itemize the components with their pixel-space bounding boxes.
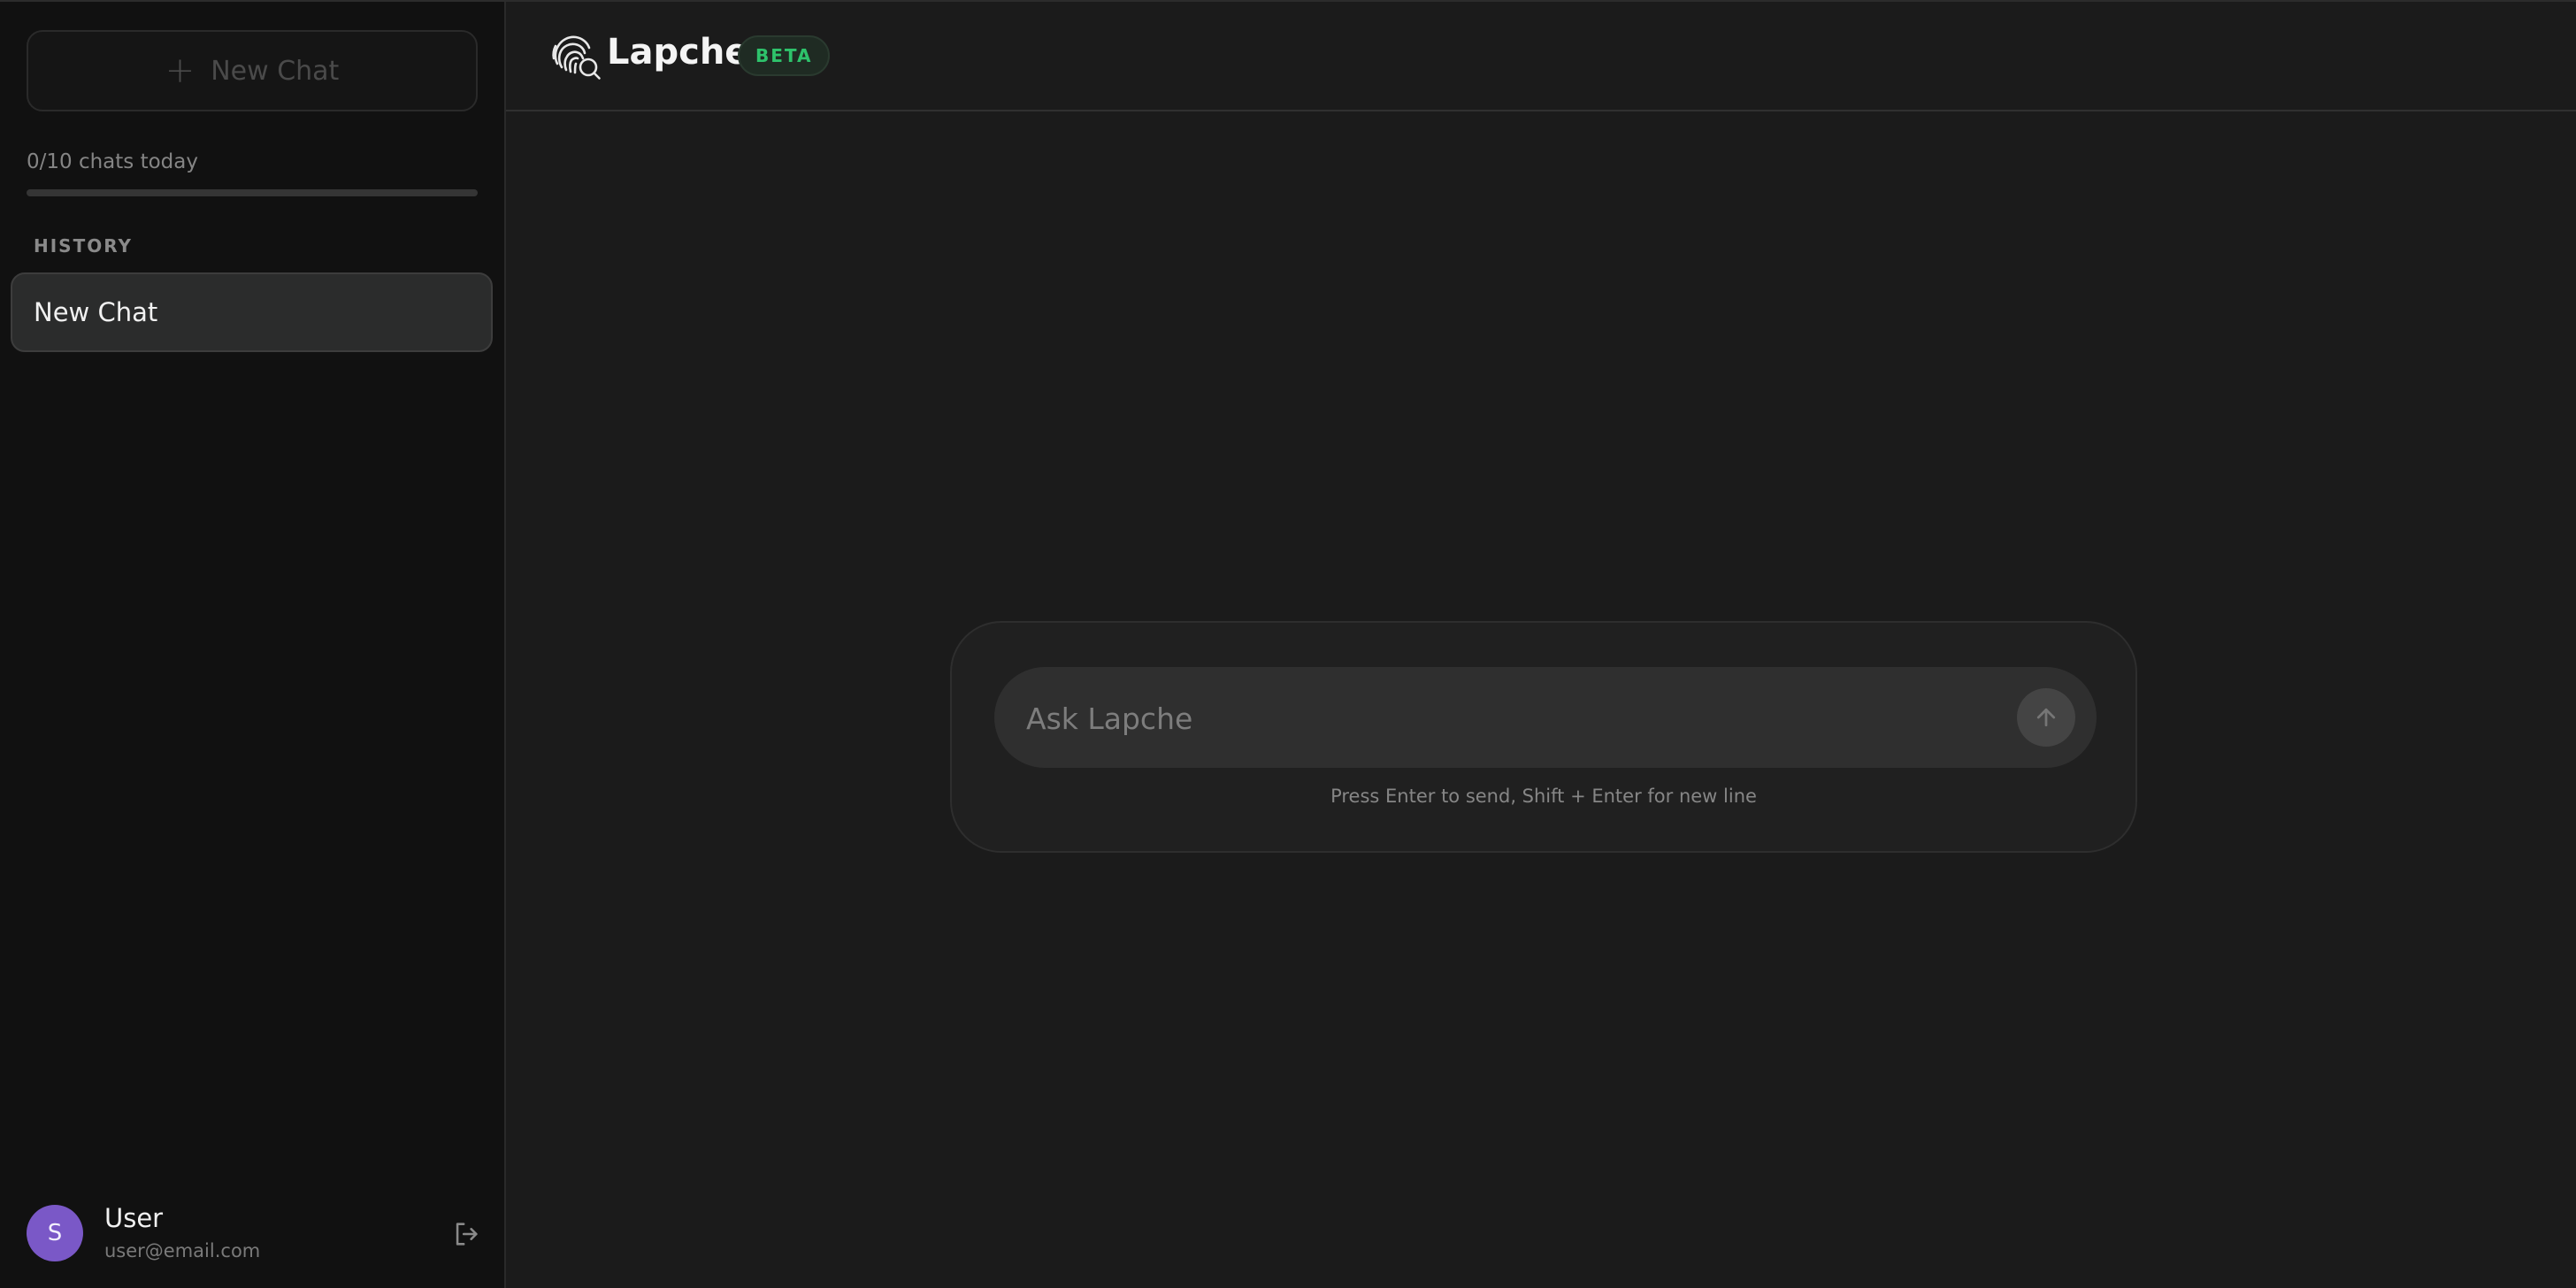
input-container [994, 667, 2097, 770]
history-heading: HISTORY [34, 235, 134, 257]
chat-usage-progress-bar [27, 189, 478, 196]
top-bar: Lapche BETA [506, 2, 2576, 111]
user-name: User [104, 1203, 164, 1233]
arrow-up-icon [2036, 708, 2056, 727]
user-email: user@email.com [104, 1240, 261, 1261]
composer-hint: Press Enter to send, Shift + Enter for n… [1330, 786, 1757, 807]
beta-badge: BETA [738, 35, 831, 76]
user-profile: S User user@email.com [27, 1203, 481, 1263]
history-item-label: New Chat [34, 297, 158, 327]
avatar[interactable]: S [27, 1205, 83, 1261]
new-chat-button[interactable]: + New Chat [27, 30, 478, 111]
main-area: Lapche BETA Press Enter to send, Shift +… [506, 2, 2576, 1288]
send-button[interactable] [2017, 688, 2075, 747]
history-item[interactable]: New Chat [11, 272, 493, 352]
plus-icon: + [165, 50, 196, 91]
new-chat-label: New Chat [211, 55, 340, 87]
brand-name: Lapche [607, 32, 749, 73]
chat-usage-text: 0/10 chats today [27, 150, 198, 173]
sidebar: + New Chat 0/10 chats today HISTORY New … [0, 2, 506, 1288]
logout-icon[interactable] [451, 1219, 481, 1249]
app-window: + New Chat 0/10 chats today HISTORY New … [0, 0, 2576, 1288]
ask-input[interactable] [1024, 667, 1983, 770]
fingerprint-search-icon [552, 35, 601, 80]
chat-composer: Press Enter to send, Shift + Enter for n… [950, 621, 2137, 853]
